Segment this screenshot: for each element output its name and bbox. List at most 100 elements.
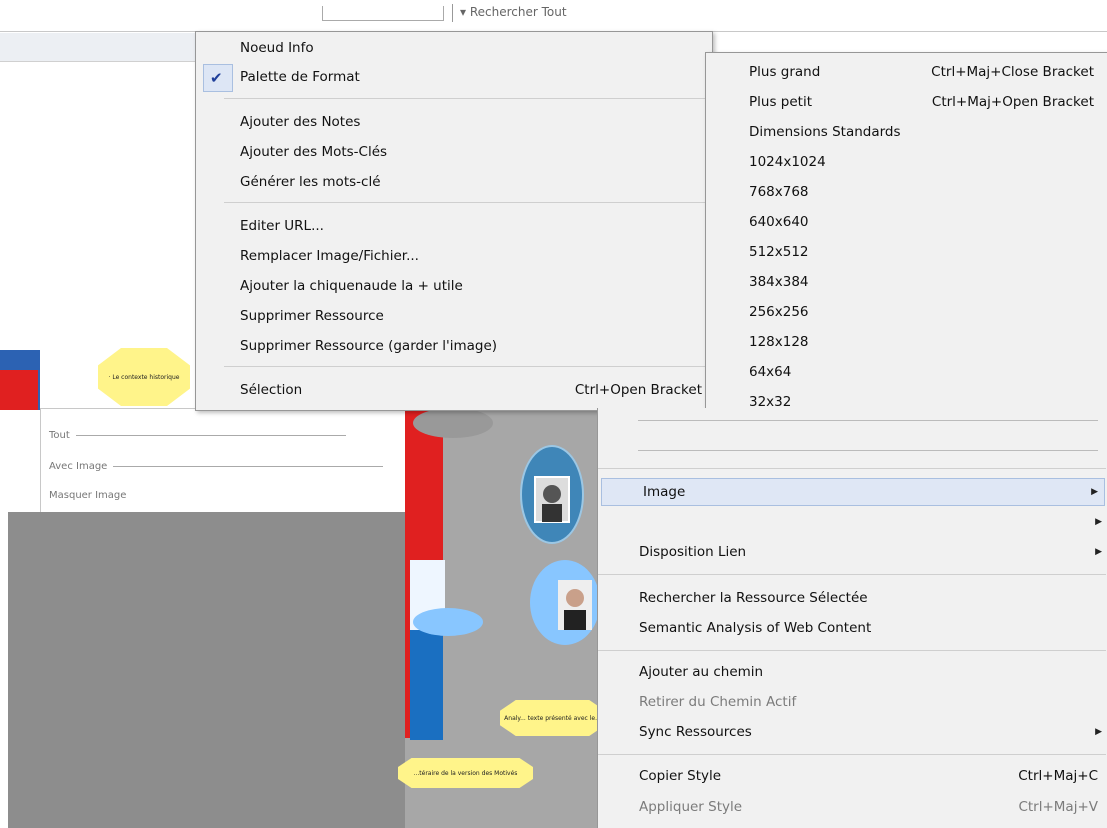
menu-shortcut: Ctrl+Maj+Open Bracket (931, 94, 1094, 110)
menu-item-node-info[interactable]: Noeud Info (196, 35, 712, 61)
menu-item-edit-url[interactable]: Editer URL... (196, 213, 712, 239)
menu-label: Noeud Info (240, 40, 314, 56)
map-node-oval[interactable] (413, 408, 493, 438)
menu-label: 384x384 (749, 274, 809, 290)
menu-label: Ajouter la chiquenaude la + utile (240, 278, 463, 294)
menu-item-semantic-analysis[interactable]: Semantic Analysis of Web Content (598, 615, 1107, 641)
map-node-oval-blue[interactable] (413, 608, 483, 636)
menu-separator (598, 574, 1106, 575)
menu-label: 640x640 (749, 214, 809, 230)
filter-label: Tout (49, 429, 70, 441)
menu-label: Appliquer Style (639, 799, 743, 815)
menu-separator (598, 650, 1106, 651)
ghost-menu-row (638, 420, 1098, 421)
menu-item-sync-resources[interactable]: Sync Ressources ▶ (598, 719, 1107, 745)
menu-item-replace-image[interactable]: Remplacer Image/Fichier... (196, 243, 712, 269)
menu-item-apply-style: Appliquer Style Ctrl+Maj+V (598, 794, 1107, 820)
image-filter-panel: Tout Avec Image Masquer Image (40, 408, 407, 515)
filter-row-all[interactable]: Tout (49, 425, 346, 445)
menu-label: Sync Ressources (639, 724, 752, 740)
menu-item-size-1024[interactable]: 1024x1024 (706, 149, 1107, 175)
triangle-right-icon: ▶ (1091, 487, 1098, 497)
portrait-icon (558, 580, 592, 630)
menu-item-size-768[interactable]: 768x768 (706, 179, 1107, 205)
map-node-portrait-1[interactable] (520, 445, 584, 544)
menu-label: Disposition Lien (639, 544, 747, 560)
filter-label: Masquer Image (49, 489, 127, 501)
menu-item-image[interactable]: Image ▶ (601, 478, 1105, 506)
menu-label: Dimensions Standards (749, 124, 901, 140)
canvas-gray-area (8, 512, 408, 828)
menu-separator (224, 366, 710, 367)
menu-item-delete-keep-image[interactable]: Supprimer Ressource (garder l'image) (196, 333, 712, 359)
menu-item-add-keywords[interactable]: Ajouter des Mots-Clés (196, 139, 712, 165)
menu-item-size-640[interactable]: 640x640 (706, 209, 1107, 235)
menu-label: 1024x1024 (749, 154, 826, 170)
map-node-octagon[interactable]: Analy... texte présenté avec le... (500, 700, 605, 736)
menu-label: Ajouter des Mots-Clés (240, 144, 388, 160)
menu-shortcut: Ctrl+Open Bracket (574, 382, 702, 398)
menu-separator (598, 754, 1106, 755)
menu-item-format-palette[interactable]: ✔ Palette de Format (196, 64, 712, 90)
search-scope-dropdown[interactable]: ▾ Rechercher Tout (460, 5, 567, 19)
menu-label: Plus petit (749, 94, 812, 110)
menu-item-bigger[interactable]: Plus grand Ctrl+Maj+Close Bracket (706, 59, 1107, 85)
app-bar (0, 33, 195, 62)
menu-item-copy-style[interactable]: Copier Style Ctrl+Maj+C (598, 763, 1107, 789)
menu-label: Copier Style (639, 768, 722, 784)
menu-item-size-64[interactable]: 64x64 (706, 359, 1107, 385)
menu-item-standard-dimensions[interactable]: Dimensions Standards (706, 119, 1107, 145)
menu-item-size-512[interactable]: 512x512 (706, 239, 1107, 265)
menu-item-add-flick[interactable]: Ajouter la chiquenaude la + utile (196, 273, 712, 299)
node-label: Analy... texte présenté avec le... (504, 714, 601, 722)
triangle-right-icon: ▶ (1095, 727, 1102, 737)
menu-label: Retirer du Chemin Actif (639, 694, 797, 710)
menu-label: Ajouter au chemin (639, 664, 764, 680)
map-node-octagon[interactable]: ...téraire de la version des Motivés (398, 758, 533, 788)
menu-label: Sélection (240, 382, 303, 398)
menu-item-selection[interactable]: Sélection Ctrl+Open Bracket (196, 377, 712, 403)
menu-item-delete-resource[interactable]: Supprimer Ressource (196, 303, 712, 329)
layout-grid-icon[interactable] (322, 6, 444, 21)
menu-item-generate-keywords[interactable]: Générer les mots-clé (196, 169, 712, 195)
toolbar-separator (452, 4, 453, 22)
menu-separator (224, 98, 710, 99)
map-node-portrait-2[interactable] (530, 560, 600, 645)
menu-shortcut: Ctrl+Maj+C (1018, 768, 1098, 784)
menu-item-add-to-path[interactable]: Ajouter au chemin (598, 659, 1107, 685)
menu-label: Remplacer Image/Fichier... (240, 248, 419, 264)
menu-label: 512x512 (749, 244, 809, 260)
menu-item-link-layout[interactable]: Disposition Lien ▶ (598, 539, 1107, 565)
menu-label: Rechercher la Ressource Sélectée (639, 590, 868, 606)
menu-item-find-selected-resource[interactable]: Rechercher la Ressource Sélectée (598, 585, 1107, 611)
menu-label: 256x256 (749, 304, 809, 320)
menu-label: 64x64 (749, 364, 792, 380)
menu-item-size-128[interactable]: 128x128 (706, 329, 1107, 355)
menu-separator (598, 468, 1106, 469)
menu-label: Supprimer Ressource (garder l'image) (240, 338, 498, 354)
filter-row-hide-image[interactable]: Masquer Image (49, 485, 126, 505)
node-label: · Le contexte historique (108, 373, 180, 381)
menu-shortcut: Ctrl+Maj+V (1018, 799, 1098, 815)
filter-label: Avec Image (49, 460, 108, 472)
menu-item-smaller[interactable]: Plus petit Ctrl+Maj+Open Bracket (706, 89, 1107, 115)
menu-label: Supprimer Ressource (240, 308, 384, 324)
size-submenu: Plus grand Ctrl+Maj+Close Bracket Plus pe… (705, 52, 1107, 412)
menu-label: Editer URL... (240, 218, 324, 234)
menu-label: 128x128 (749, 334, 809, 350)
menu-item-blank-submenu[interactable]: ▶ (598, 509, 1107, 535)
map-node-red[interactable] (0, 370, 38, 410)
menu-item-size-256[interactable]: 256x256 (706, 299, 1107, 325)
menu-item-remove-from-path: Retirer du Chemin Actif (598, 689, 1107, 715)
node-context-menu: Noeud Info ✔ Palette de Format Ajouter de… (195, 31, 713, 411)
ghost-menu-row (638, 450, 1098, 451)
map-node-octagon[interactable]: · Le contexte historique (98, 348, 190, 406)
menu-label: Image (643, 484, 686, 500)
menu-item-size-384[interactable]: 384x384 (706, 269, 1107, 295)
menu-shortcut: Ctrl+Maj+Close Bracket (931, 64, 1094, 80)
menu-label: Semantic Analysis of Web Content (639, 620, 872, 636)
menu-label: Générer les mots-clé (240, 174, 381, 190)
divider (75, 434, 346, 436)
menu-item-add-notes[interactable]: Ajouter des Notes (196, 109, 712, 135)
filter-row-with-image[interactable]: Avec Image (49, 456, 384, 476)
